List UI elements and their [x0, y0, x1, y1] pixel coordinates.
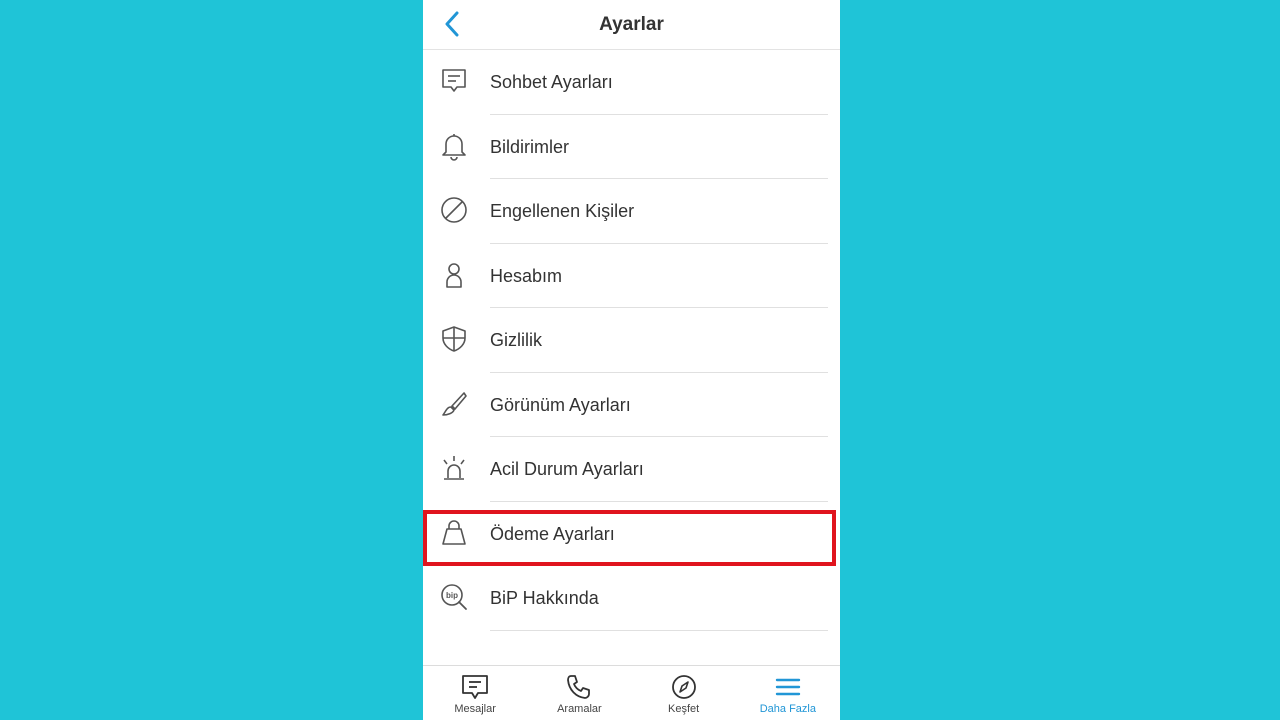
menu-item-notifications[interactable]: Bildirimler [423, 115, 840, 179]
tab-discover[interactable]: Keşfet [632, 666, 736, 720]
phone-icon [564, 673, 594, 701]
menu-item-label: Sohbet Ayarları [490, 72, 613, 92]
menu-item-label: Ödeme Ayarları [490, 523, 615, 544]
tab-label: Mesajlar [454, 703, 496, 715]
settings-screen: Ayarlar Sohbet Ayarları Bildirimler Enge… [423, 0, 840, 720]
header-bar: Ayarlar [423, 0, 840, 50]
menu-item-emergency[interactable]: Acil Durum Ayarları [423, 437, 840, 502]
menu-item-appearance[interactable]: Görünüm Ayarları [423, 373, 840, 437]
menu-item-label: Hesabım [490, 265, 563, 286]
tab-calls[interactable]: Aramalar [527, 666, 631, 720]
tab-bar: Mesajlar Aramalar Keşfet Daha Fazla [423, 665, 840, 720]
menu-item-privacy[interactable]: Gizlilik [423, 308, 840, 373]
menu-item-account[interactable]: Hesabım [423, 244, 840, 308]
menu-item-label: Bildirimler [490, 136, 570, 157]
bip-icon: bip [439, 582, 469, 612]
chat-settings-icon [439, 66, 469, 96]
menu-item-label: BiP Hakkında [490, 588, 599, 608]
menu-item-label: Gizlilik [490, 330, 542, 350]
message-icon [460, 673, 490, 701]
page-title: Ayarlar [599, 14, 664, 35]
tab-label: Aramalar [557, 703, 602, 715]
tab-label: Daha Fazla [759, 703, 816, 715]
menu-item-payment[interactable]: Ödeme Ayarları [423, 502, 840, 567]
menu-item-blocked-contacts[interactable]: Engellenen Kişiler [423, 179, 840, 244]
compass-icon [669, 673, 699, 701]
person-icon [439, 260, 469, 290]
divider [490, 629, 828, 631]
bell-icon [439, 131, 469, 161]
menu-item-label: Engellenen Kişiler [490, 201, 635, 221]
menu-item-about[interactable]: bip BiP Hakkında [423, 566, 840, 631]
svg-text:bip: bip [446, 591, 458, 600]
settings-menu: Sohbet Ayarları Bildirimler Engellenen K… [423, 50, 840, 631]
tab-label: Keşfet [668, 703, 700, 715]
menu-item-chat-settings[interactable]: Sohbet Ayarları [423, 50, 840, 115]
tab-messages[interactable]: Mesajlar [423, 666, 527, 720]
bag-icon [439, 518, 469, 548]
tab-more[interactable]: Daha Fazla [736, 666, 840, 720]
siren-icon [439, 453, 469, 483]
menu-icon [773, 673, 803, 701]
blocked-icon [439, 195, 469, 225]
menu-item-label: Acil Durum Ayarları [490, 459, 644, 479]
shield-icon [439, 324, 469, 354]
brush-icon [439, 389, 469, 419]
menu-item-label: Görünüm Ayarları [490, 394, 631, 415]
